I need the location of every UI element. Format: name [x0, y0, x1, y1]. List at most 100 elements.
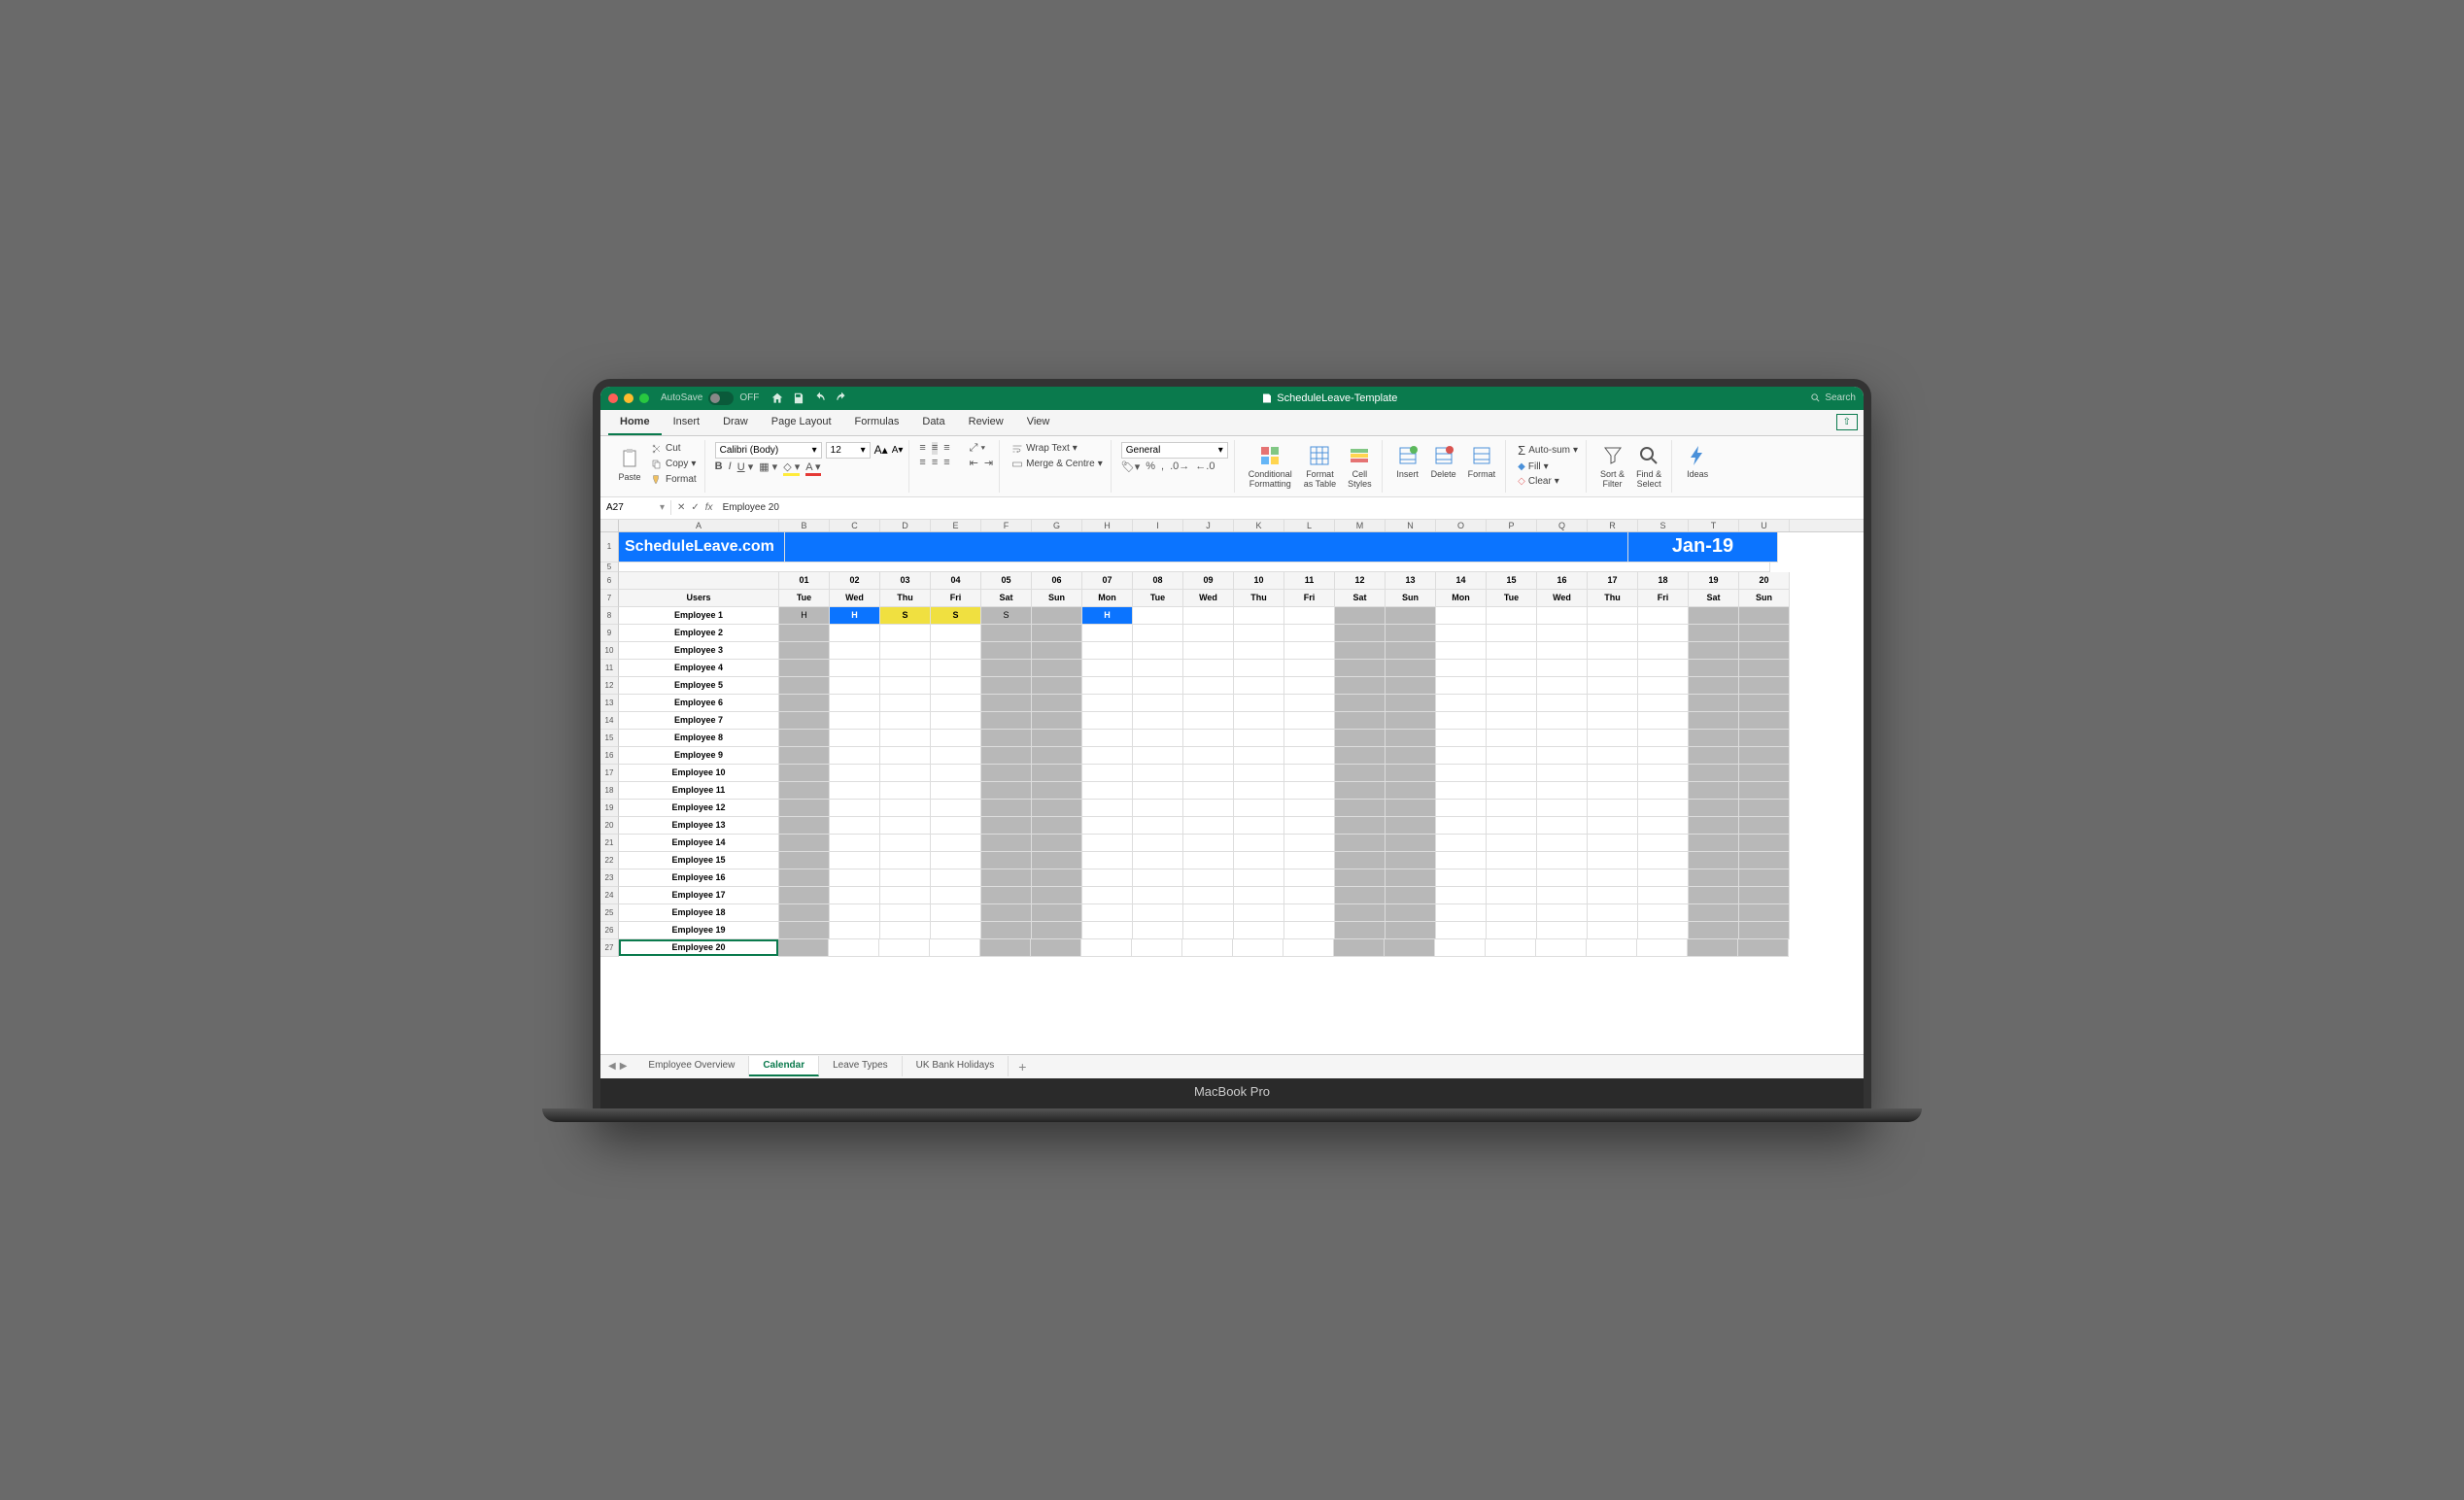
cell[interactable] [1335, 642, 1386, 660]
cell[interactable]: Wed [830, 590, 880, 607]
cell[interactable] [1588, 747, 1638, 765]
home-icon[interactable] [770, 392, 784, 405]
cell[interactable] [1689, 800, 1739, 817]
cell[interactable] [1081, 939, 1132, 957]
cell[interactable] [1436, 800, 1487, 817]
cell[interactable] [880, 660, 931, 677]
cell[interactable] [1133, 800, 1183, 817]
cell[interactable]: Sun [1739, 590, 1790, 607]
cell[interactable] [1082, 730, 1133, 747]
cell[interactable] [1689, 712, 1739, 730]
cell[interactable] [1436, 642, 1487, 660]
employee-name-cell[interactable]: Employee 10 [619, 765, 779, 782]
cell[interactable] [1183, 625, 1234, 642]
cell[interactable] [1183, 677, 1234, 695]
cell[interactable] [1487, 642, 1537, 660]
cell[interactable] [1486, 939, 1536, 957]
cell[interactable] [1738, 939, 1789, 957]
close-window-button[interactable] [608, 393, 618, 403]
cell[interactable] [1183, 695, 1234, 712]
cell[interactable] [1234, 660, 1284, 677]
cell[interactable] [1335, 800, 1386, 817]
cell[interactable] [880, 730, 931, 747]
cell[interactable] [1588, 869, 1638, 887]
cell[interactable] [1032, 869, 1082, 887]
cell[interactable] [1032, 835, 1082, 852]
clear-button[interactable]: ◇Clear ▾ [1516, 475, 1580, 488]
cell[interactable] [619, 572, 779, 590]
number-format-select[interactable]: General▾ [1121, 442, 1228, 459]
row-header-15[interactable]: 15 [600, 730, 619, 747]
row-header-24[interactable]: 24 [600, 887, 619, 904]
cell[interactable] [1082, 765, 1133, 782]
cut-button[interactable]: Cut [649, 442, 699, 456]
cell[interactable] [1284, 660, 1335, 677]
cell[interactable]: 18 [1638, 572, 1689, 590]
cell[interactable] [931, 765, 981, 782]
cell[interactable]: 14 [1436, 572, 1487, 590]
cell[interactable] [1284, 904, 1335, 922]
cell[interactable] [981, 660, 1032, 677]
cell[interactable] [1638, 695, 1689, 712]
cell[interactable] [1335, 677, 1386, 695]
save-icon[interactable] [792, 392, 805, 405]
cell[interactable] [779, 677, 830, 695]
employee-name-cell[interactable]: Employee 3 [619, 642, 779, 660]
align-bottom-button[interactable]: ≡ [943, 442, 949, 455]
cell[interactable] [1082, 782, 1133, 800]
cell[interactable]: Sat [1689, 590, 1739, 607]
cell[interactable]: 05 [981, 572, 1032, 590]
cell[interactable] [1183, 782, 1234, 800]
cell[interactable] [1688, 939, 1738, 957]
cell[interactable] [1638, 730, 1689, 747]
toggle-switch-icon[interactable] [708, 392, 734, 405]
cell[interactable] [1284, 887, 1335, 904]
col-header-R[interactable]: R [1588, 520, 1638, 531]
cell[interactable] [830, 782, 880, 800]
cell[interactable] [1032, 817, 1082, 835]
cell[interactable] [931, 677, 981, 695]
cell[interactable] [1436, 765, 1487, 782]
cell[interactable] [931, 712, 981, 730]
cell[interactable] [1588, 922, 1638, 939]
cell[interactable]: 07 [1082, 572, 1133, 590]
cell[interactable]: 20 [1739, 572, 1790, 590]
cancel-formula-icon[interactable]: ✕ [677, 502, 685, 513]
cell[interactable] [1386, 817, 1436, 835]
cell[interactable] [1032, 852, 1082, 869]
cell[interactable] [1689, 922, 1739, 939]
ribbon-tab-review[interactable]: Review [957, 410, 1015, 435]
cell[interactable] [1133, 869, 1183, 887]
cell[interactable] [1234, 747, 1284, 765]
cell[interactable] [779, 730, 830, 747]
cell[interactable] [1335, 817, 1386, 835]
cell[interactable] [1183, 607, 1234, 625]
add-sheet-button[interactable]: + [1009, 1059, 1036, 1074]
cell[interactable] [931, 730, 981, 747]
cell[interactable] [1183, 887, 1234, 904]
cell[interactable] [1638, 904, 1689, 922]
cell[interactable] [1638, 782, 1689, 800]
cell[interactable] [1133, 695, 1183, 712]
cell[interactable] [931, 869, 981, 887]
cell[interactable] [779, 835, 830, 852]
cell[interactable] [1638, 765, 1689, 782]
cell[interactable] [981, 642, 1032, 660]
cell[interactable] [1234, 869, 1284, 887]
cell[interactable] [1637, 939, 1688, 957]
employee-name-cell[interactable]: Employee 2 [619, 625, 779, 642]
cell[interactable] [1588, 712, 1638, 730]
cell[interactable] [1234, 904, 1284, 922]
cell[interactable] [1234, 625, 1284, 642]
cell[interactable] [1487, 695, 1537, 712]
cell[interactable] [981, 922, 1032, 939]
cell[interactable] [880, 712, 931, 730]
cell[interactable] [1082, 677, 1133, 695]
cell[interactable] [1386, 835, 1436, 852]
cell[interactable] [1487, 747, 1537, 765]
insert-cells-button[interactable]: Insert [1392, 442, 1423, 481]
cell[interactable] [1386, 677, 1436, 695]
cell[interactable] [830, 695, 880, 712]
cell[interactable] [931, 747, 981, 765]
cell[interactable] [1689, 747, 1739, 765]
